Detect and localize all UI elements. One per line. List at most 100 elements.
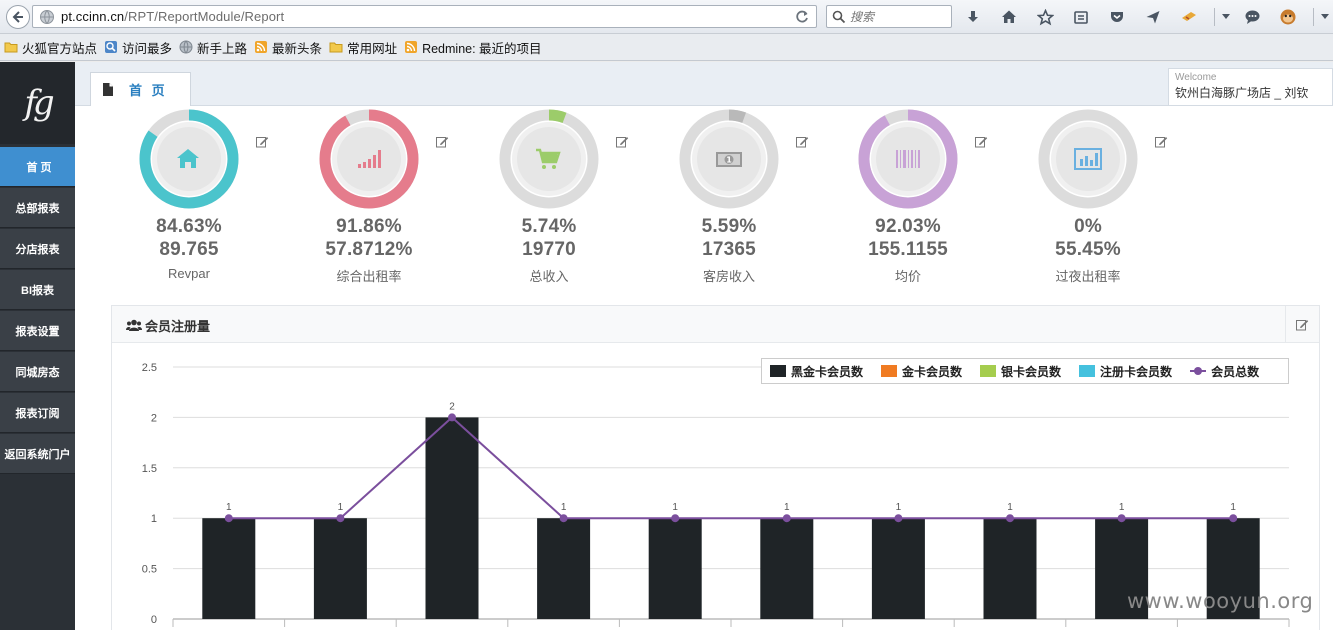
search-box[interactable] — [826, 5, 952, 28]
kpi-edit-icon[interactable] — [1155, 136, 1168, 148]
menu-dropdown-button[interactable] — [1320, 6, 1330, 28]
reload-icon[interactable] — [794, 9, 810, 25]
watermark: www.wooyun.org — [1127, 589, 1314, 613]
kpi-card: 0% 55.45% 过夜出租率 — [1027, 108, 1207, 284]
kpi-value-primary: 5.59% — [701, 216, 757, 237]
bookmarks-bar: 火狐官方站点 访问最多 新手上路 最新头条 常用网址 Redmine: 最近的项… — [0, 34, 1333, 61]
kpi-value-primary: 92.03% — [875, 216, 941, 237]
pocket-icon — [1111, 12, 1123, 22]
sidebar-item-city-room-status[interactable]: 同城房态 — [0, 352, 75, 392]
tab-home[interactable]: 首 页 — [90, 72, 191, 106]
send-button[interactable] — [1142, 6, 1164, 28]
toolbar-separator — [1214, 8, 1215, 26]
kpi-card: 84.63% 89.765 Revpar — [128, 108, 308, 284]
pocket-button[interactable] — [1106, 6, 1128, 28]
kpi-edit-icon[interactable] — [975, 136, 988, 148]
chat-icon — [1245, 10, 1259, 24]
logo[interactable]: fg — [0, 62, 75, 144]
kpi-edit-icon[interactable] — [796, 136, 809, 148]
clipboard-icon — [1074, 11, 1088, 24]
arrow-left-icon — [12, 11, 23, 23]
star-icon — [1036, 8, 1054, 25]
sidebar-item-report-subscription[interactable]: 报表订阅 — [0, 393, 75, 433]
kpi-label: 过夜出租率 — [1055, 269, 1121, 284]
kpi-ring — [858, 109, 958, 209]
globe-icon — [40, 9, 54, 24]
folder-icon — [4, 42, 18, 53]
data-label: 1 — [784, 502, 790, 513]
bookmark-item[interactable]: 最新头条 — [254, 38, 322, 57]
dropdown-button[interactable] — [1221, 6, 1231, 28]
line-point — [671, 514, 680, 523]
legend-item[interactable]: 会员总数 — [1190, 363, 1259, 380]
legend-item[interactable]: 银卡会员数 — [980, 363, 1061, 380]
kpi-card: 5.74% 19770 总收入 — [488, 108, 668, 284]
legend-item[interactable]: 金卡会员数 — [881, 363, 962, 380]
url-text: pt.ccinn.cn/RPT/ReportModule/Report — [61, 9, 285, 24]
y-tick-label: 1.5 — [142, 463, 157, 475]
search-input[interactable] — [850, 9, 940, 24]
panel-edit-button[interactable] — [1285, 306, 1319, 343]
chart-bar — [648, 518, 702, 619]
folder-icon — [329, 42, 343, 53]
kpi-edit-icon[interactable] — [616, 136, 629, 148]
data-label: 1 — [1007, 502, 1013, 513]
legend-swatch — [770, 365, 786, 377]
toolbar-separator — [1313, 8, 1314, 26]
avatar-button[interactable] — [1277, 6, 1299, 28]
bookmark-item[interactable]: 常用网址 — [329, 38, 397, 57]
chart-bar — [537, 518, 591, 619]
sidebar-item-home[interactable]: 首 页 — [0, 147, 94, 187]
paper-plane-icon — [1146, 11, 1160, 24]
search-icon — [832, 10, 846, 23]
sidebar-item-branch-report[interactable]: 分店报表 — [0, 229, 75, 269]
kpi-value-primary: 84.63% — [156, 216, 222, 237]
download-button[interactable] — [962, 6, 984, 28]
extension-icon — [1182, 12, 1196, 21]
money-icon: 1 — [716, 152, 742, 167]
file-icon — [103, 83, 113, 96]
kpi-label: 综合出租率 — [336, 269, 402, 284]
kpi-ring — [499, 109, 599, 209]
data-label: 1 — [672, 502, 678, 513]
home-button[interactable] — [998, 6, 1020, 28]
bookmark-item[interactable]: 新手上路 — [179, 38, 247, 57]
y-tick-label: 0 — [151, 614, 157, 626]
kpi-value-primary: 0% — [1074, 216, 1102, 237]
sidebar-item-back-to-portal[interactable]: 返回系统门户 — [0, 434, 75, 474]
y-tick-label: 2 — [151, 412, 157, 424]
bookmark-star-button[interactable] — [1034, 6, 1056, 28]
users-icon — [126, 319, 142, 331]
bookmark-item[interactable]: 火狐官方站点 — [4, 38, 97, 57]
bookmark-item[interactable]: 访问最多 — [104, 38, 172, 57]
chat-button[interactable] — [1241, 6, 1263, 28]
data-label: 1 — [1119, 502, 1125, 513]
bookmark-item[interactable]: Redmine: 最近的项目 — [404, 38, 542, 57]
kpi-value-secondary: 57.8712% — [325, 239, 413, 260]
kpi-label: 均价 — [894, 269, 921, 284]
kpi-edit-icon[interactable] — [436, 136, 449, 148]
chart-bar — [425, 417, 479, 619]
edit-icon — [1296, 319, 1309, 330]
kpi-value-secondary: 55.45% — [1055, 239, 1121, 260]
sidebar-item-hq-report[interactable]: 总部报表 — [0, 188, 75, 228]
legend-item[interactable]: 注册卡会员数 — [1079, 363, 1172, 380]
line-point — [1229, 514, 1238, 523]
extension-button[interactable] — [1178, 6, 1200, 28]
kpi-edit-icon[interactable] — [256, 136, 269, 148]
download-icon — [968, 11, 978, 22]
legend-label: 会员总数 — [1211, 364, 1260, 379]
reading-list-button[interactable] — [1070, 6, 1092, 28]
url-bar[interactable]: pt.ccinn.cn/RPT/ReportModule/Report — [32, 5, 817, 28]
kpi-value-primary: 5.74% — [521, 216, 577, 237]
back-button[interactable] — [6, 5, 30, 29]
svg-text:1: 1 — [726, 156, 732, 165]
magnifier-icon — [105, 41, 118, 53]
data-label: 1 — [896, 502, 902, 513]
sidebar-item-report-settings[interactable]: 报表设置 — [0, 311, 75, 351]
line-point — [336, 514, 345, 523]
legend-item[interactable]: 黑金卡会员数 — [770, 363, 863, 380]
data-label: 1 — [561, 502, 567, 513]
browser-toolbar: pt.ccinn.cn/RPT/ReportModule/Report — [0, 0, 1333, 34]
sidebar-item-bi-report[interactable]: BI报表 — [0, 270, 75, 310]
